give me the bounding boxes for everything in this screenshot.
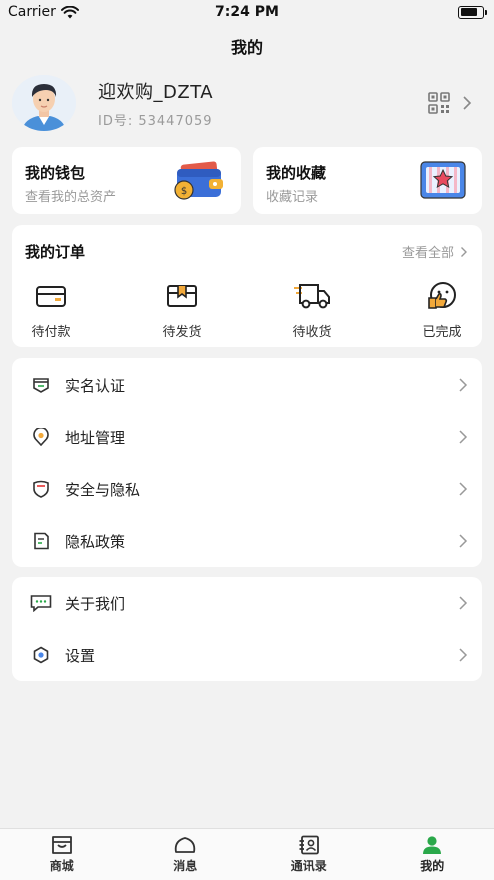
wallet-card[interactable]: 我的钱包 查看我的总资产 $	[12, 147, 241, 214]
chevron-right-icon	[459, 648, 468, 662]
order-completed[interactable]: 已完成	[402, 281, 482, 340]
tab-messages[interactable]: 消息	[124, 829, 248, 880]
wallet-title: 我的钱包	[25, 164, 86, 182]
message-icon	[175, 837, 196, 853]
tab-profile[interactable]: 我的	[371, 829, 494, 880]
battery-icon	[458, 5, 487, 19]
profile-icon	[423, 836, 442, 854]
menu-item-label: 关于我们	[65, 594, 126, 613]
truck-icon	[294, 284, 330, 309]
chevron-right-icon	[459, 378, 468, 392]
shop-icon	[51, 836, 72, 854]
order-pending-shipment[interactable]: 待发货	[142, 281, 222, 340]
qr-code-icon[interactable]	[428, 92, 450, 114]
user-id: ID号: 53447059	[98, 113, 213, 129]
menu-item-about[interactable]: 关于我们	[12, 577, 482, 629]
menu-item-label: 安全与隐私	[65, 480, 141, 499]
svg-text:$: $	[181, 186, 187, 197]
wallet-icon: $	[174, 161, 223, 200]
wifi-icon	[60, 5, 79, 18]
chevron-right-icon	[461, 246, 467, 257]
location-icon	[33, 428, 49, 446]
menu-item-address[interactable]: 地址管理	[12, 411, 482, 463]
favorites-subtitle: 收藏记录	[266, 190, 319, 205]
menu-item-security[interactable]: 安全与隐私	[12, 463, 482, 515]
chevron-right-icon	[459, 596, 468, 610]
favorites-title: 我的收藏	[266, 164, 327, 182]
chevron-right-icon	[459, 430, 468, 444]
menu-group-app: 关于我们 设置	[12, 577, 482, 681]
card-icon	[36, 286, 66, 307]
username: 迎欢购_DZTA	[98, 81, 214, 103]
order-item-label: 待付款	[31, 325, 71, 340]
tab-label: 我的	[420, 859, 445, 873]
menu-item-privacy-policy[interactable]: 隐私政策	[12, 515, 482, 567]
orders-card: 我的订单 查看全部 待付款 待发货 待收货 已完成	[12, 225, 482, 347]
document-icon	[34, 532, 49, 550]
carrier-label: Carrier	[8, 4, 56, 20]
tab-contacts[interactable]: 通讯录	[247, 829, 371, 880]
order-pending-receipt[interactable]: 待收货	[272, 281, 352, 340]
view-all-label: 查看全部	[401, 246, 454, 261]
shield-icon	[33, 480, 49, 498]
menu-item-label: 隐私政策	[65, 532, 126, 551]
chevron-right-icon[interactable]	[462, 95, 472, 111]
order-pending-payment[interactable]: 待付款	[11, 281, 91, 340]
tab-label: 消息	[173, 859, 198, 873]
order-item-label: 已完成	[422, 325, 462, 340]
chat-icon	[30, 595, 52, 612]
tab-label: 通讯录	[290, 859, 327, 873]
profile-header[interactable]: 迎欢购_DZTA ID号: 53447059	[12, 74, 482, 132]
view-all-orders-link[interactable]: 查看全部	[402, 242, 468, 261]
menu-item-real-name[interactable]: 实名认证	[12, 359, 482, 411]
avatar[interactable]	[12, 75, 76, 131]
contacts-icon	[299, 835, 319, 855]
menu-item-label: 实名认证	[65, 376, 126, 395]
orders-title: 我的订单	[25, 243, 86, 261]
status-bar: Carrier 7:24 PM	[0, 0, 494, 24]
order-item-label: 待发货	[162, 325, 202, 340]
page-title: 我的	[230, 38, 263, 57]
thumbs-up-icon	[428, 282, 456, 309]
wallet-subtitle: 查看我的总资产	[25, 190, 117, 205]
chevron-right-icon	[459, 534, 468, 548]
tab-shop[interactable]: 商城	[0, 829, 124, 880]
favorites-card[interactable]: 我的收藏 收藏记录	[253, 147, 482, 214]
menu-group-account: 实名认证 地址管理 安全与隐私 隐私政策	[12, 358, 482, 567]
package-icon	[167, 285, 197, 307]
star-box-icon	[420, 161, 466, 199]
order-item-label: 待收货	[292, 325, 332, 340]
id-card-icon	[33, 378, 49, 393]
menu-item-label: 设置	[65, 646, 96, 665]
settings-icon	[33, 646, 49, 664]
chevron-right-icon	[459, 482, 468, 496]
tab-label: 商城	[49, 859, 74, 873]
menu-item-label: 地址管理	[65, 428, 126, 447]
menu-item-settings[interactable]: 设置	[12, 629, 482, 681]
tab-bar: 商城 消息 通讯录 我的	[0, 828, 494, 880]
